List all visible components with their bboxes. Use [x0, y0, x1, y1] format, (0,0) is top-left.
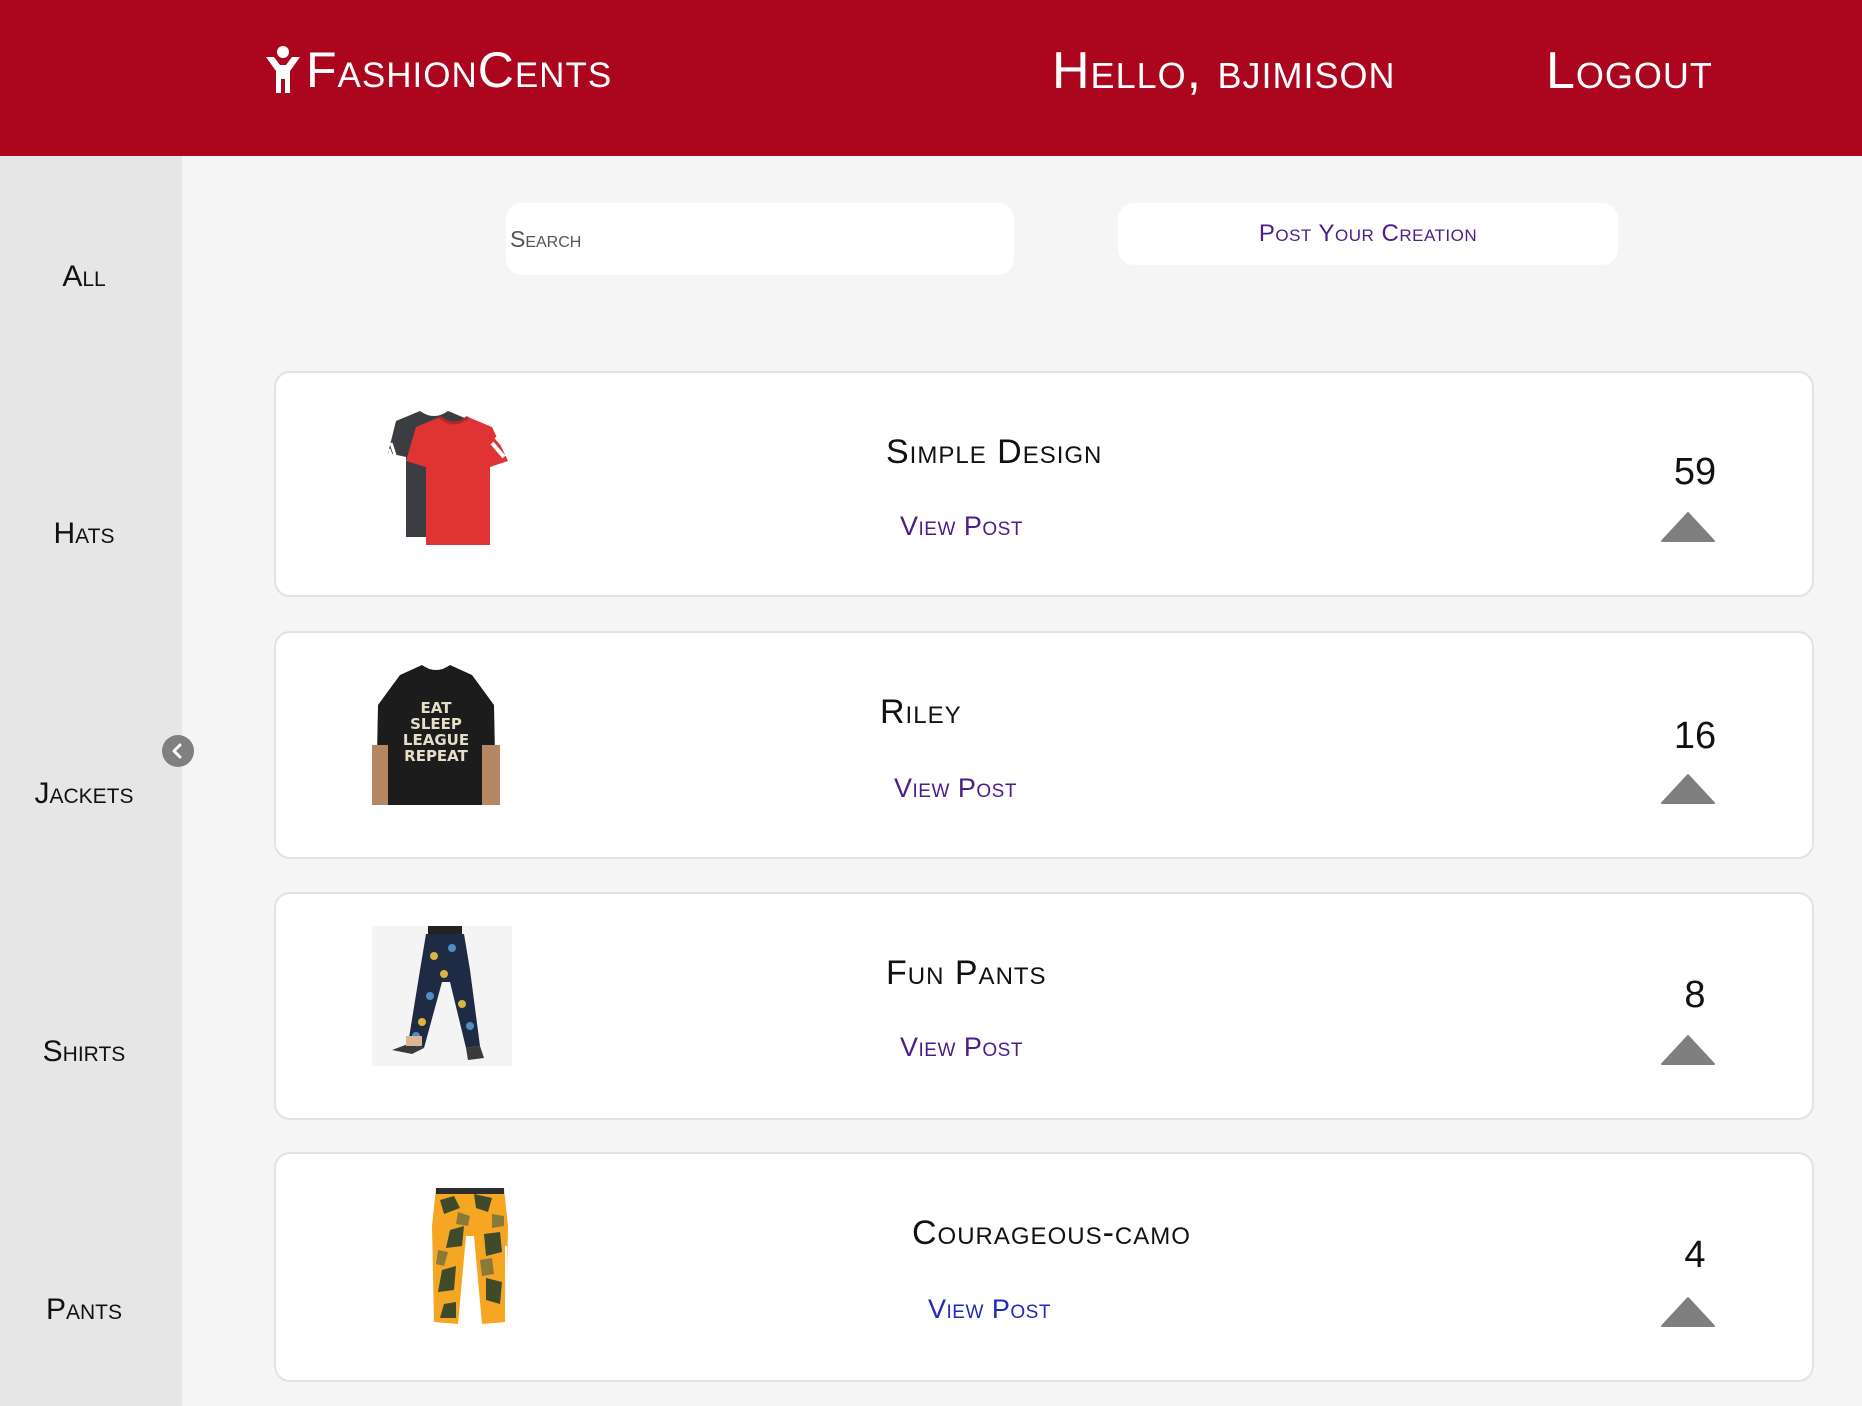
brand-name: FashionCents — [306, 42, 613, 98]
vote-count: 59 — [1673, 451, 1717, 493]
view-post-link[interactable]: View Post — [900, 1032, 1023, 1063]
sidebar-item-jackets[interactable]: Jackets — [0, 777, 168, 811]
person-icon — [266, 46, 300, 93]
sidebar-item-pants[interactable]: Pants — [0, 1293, 168, 1327]
post-title: Courageous-camo — [912, 1214, 1191, 1252]
sidebar-item-hats[interactable]: Hats — [0, 517, 168, 551]
vote-count: 4 — [1684, 1234, 1706, 1276]
svg-text:REPEAT: REPEAT — [404, 747, 468, 765]
chevron-left-icon — [172, 743, 182, 759]
category-sidebar: All Hats Jackets Shirts Pants — [0, 156, 182, 1406]
post-thumbnail[interactable]: EAT SLEEP LEAGUE REPEAT — [372, 665, 500, 805]
triangle-up-icon[interactable] — [1660, 1296, 1716, 1328]
logout-link[interactable]: Logout — [1546, 40, 1713, 102]
top-nav-bar: FashionCents Hello, bjimison Logout — [0, 0, 1862, 156]
post-card: Fun Pants View Post 8 — [274, 892, 1814, 1120]
brand-logo[interactable]: FashionCents — [262, 42, 612, 98]
post-title: Fun Pants — [886, 954, 1047, 992]
post-thumbnail[interactable] — [372, 926, 512, 1066]
view-post-link[interactable]: View Post — [894, 773, 1017, 804]
triangle-up-icon[interactable] — [1660, 1034, 1716, 1066]
post-thumbnail[interactable] — [376, 407, 512, 547]
view-post-link[interactable]: View Post — [928, 1294, 1051, 1325]
post-card: Courageous-camo View Post 4 — [274, 1152, 1814, 1382]
user-greeting: Hello, bjimison — [1052, 42, 1396, 100]
post-creation-button[interactable]: Post Your Creation — [1118, 203, 1618, 265]
view-post-link[interactable]: View Post — [900, 511, 1023, 542]
search-input[interactable] — [506, 203, 1014, 275]
vote-count: 16 — [1673, 715, 1717, 757]
post-card: Simple Design View Post 59 — [274, 371, 1814, 597]
triangle-up-icon[interactable] — [1660, 773, 1716, 805]
sidebar-item-shirts[interactable]: Shirts — [0, 1035, 168, 1069]
post-thumbnail[interactable] — [430, 1186, 510, 1328]
triangle-up-icon[interactable] — [1660, 511, 1716, 543]
post-title: Simple Design — [886, 433, 1103, 471]
vote-count: 8 — [1684, 974, 1706, 1016]
post-title: Riley — [880, 693, 962, 731]
post-card: EAT SLEEP LEAGUE REPEAT Riley View Post … — [274, 631, 1814, 859]
sidebar-collapse-button[interactable] — [162, 735, 194, 767]
sidebar-item-all[interactable]: All — [0, 260, 168, 294]
